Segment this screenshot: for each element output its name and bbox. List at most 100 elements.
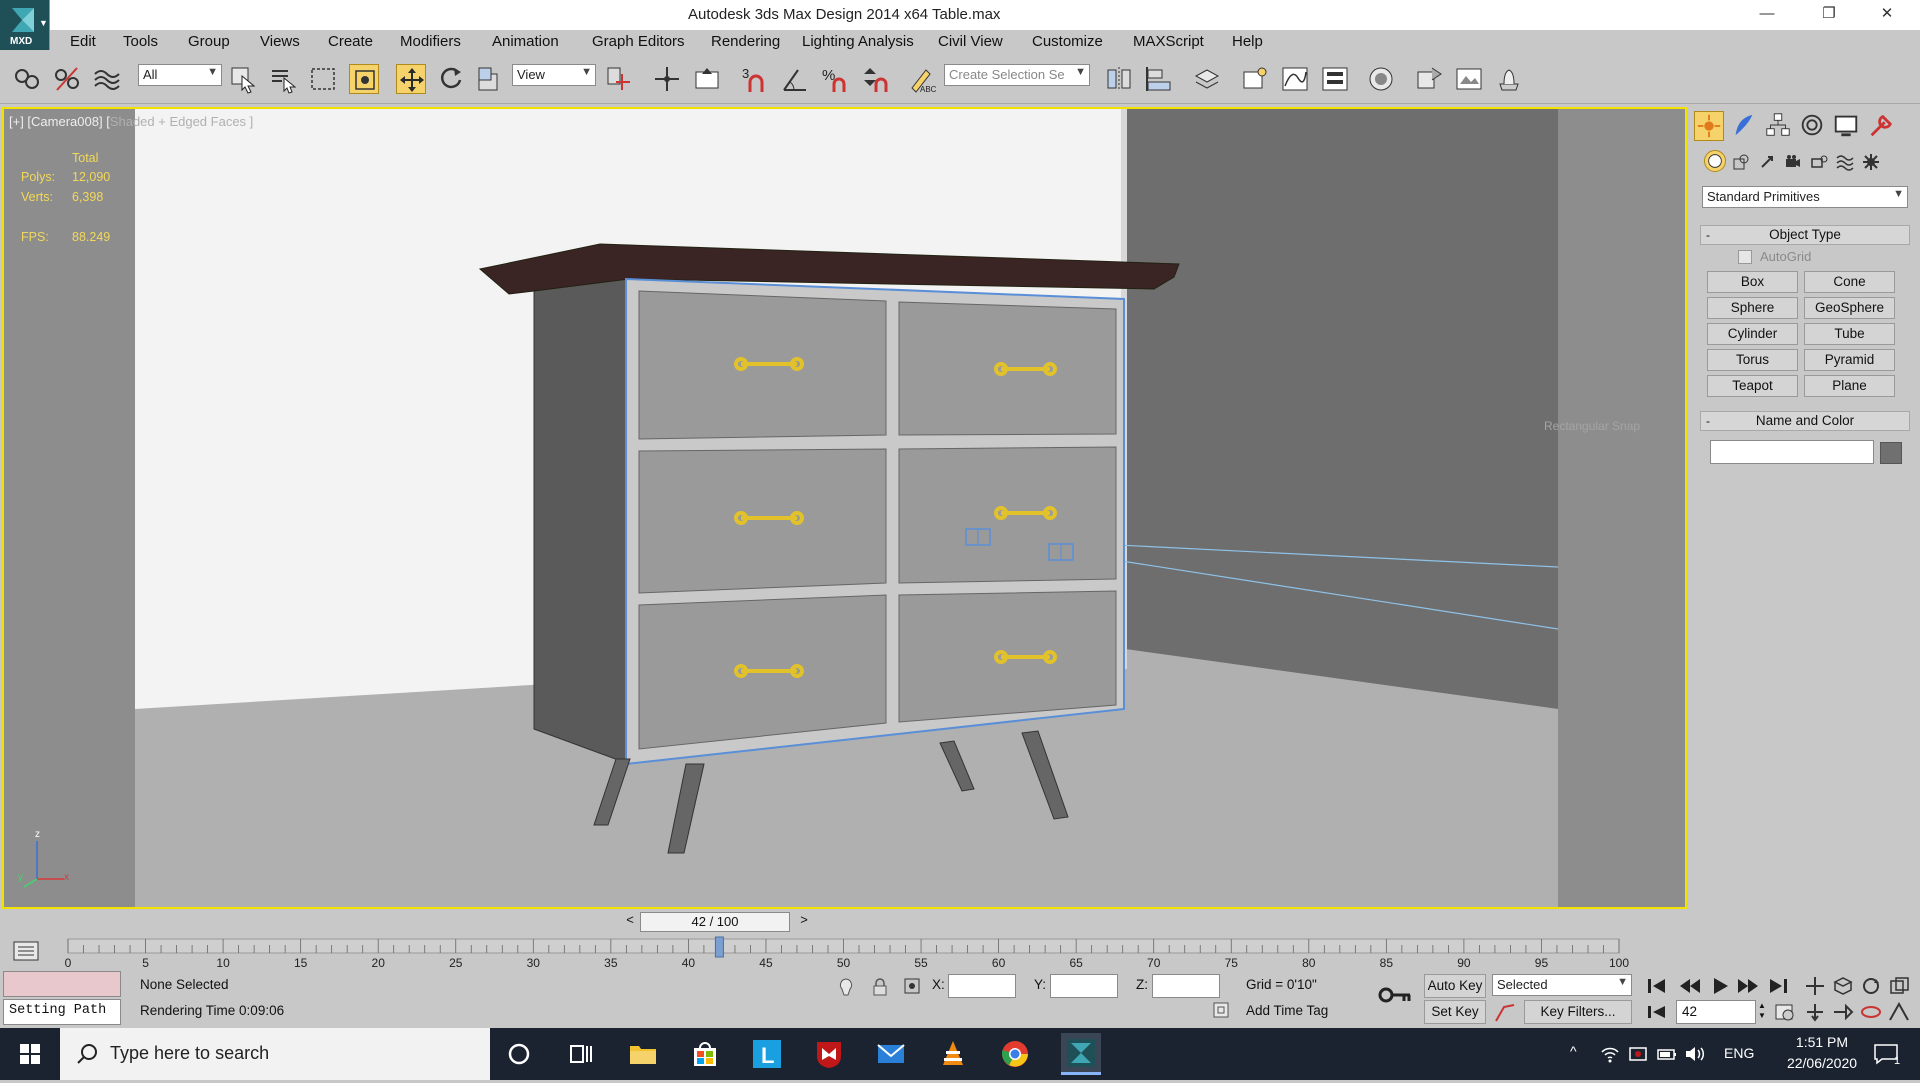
box-button[interactable]: Box — [1707, 271, 1798, 293]
systems-category-icon[interactable] — [1862, 153, 1880, 171]
menu-rendering[interactable]: Rendering — [711, 33, 780, 50]
isolate-selection-icon[interactable] — [836, 977, 856, 997]
network-wifi-icon[interactable] — [1600, 1044, 1620, 1064]
show-hidden-icons[interactable]: ^ — [1570, 1043, 1577, 1059]
field-of-view-icon[interactable] — [1888, 1001, 1910, 1022]
maxscript-listener-field[interactable] — [3, 971, 121, 997]
align-icon[interactable] — [1144, 64, 1174, 94]
menu-customize[interactable]: Customize — [1032, 33, 1103, 50]
play-animation-icon[interactable] — [1708, 976, 1732, 996]
named-selection-sets-field[interactable]: Create Selection Se ▼ — [944, 64, 1090, 86]
minimize-button[interactable]: — — [1744, 0, 1790, 30]
window-crossing-icon[interactable] — [349, 64, 379, 94]
select-object-icon[interactable] — [228, 64, 258, 94]
battery-icon[interactable] — [1656, 1044, 1678, 1064]
track-bar[interactable]: 0 5 10 15 20 25 30 35 40 45 50 55 60 65 70 75 80 85 90 95 10… — [0, 935, 1690, 971]
object-type-rollout-header[interactable]: - Object Type — [1700, 225, 1910, 245]
render-setup-icon[interactable] — [1414, 64, 1444, 94]
roll-camera-icon[interactable] — [1860, 1002, 1882, 1022]
menu-views[interactable]: Views — [260, 33, 300, 50]
go-to-start-icon[interactable] — [1645, 976, 1669, 996]
clock-time[interactable]: 1:51 PM — [1790, 1034, 1854, 1050]
zoom-icon[interactable] — [1804, 976, 1826, 996]
time-slider[interactable]: 42 / 100 — [640, 912, 790, 932]
select-and-rotate-icon[interactable] — [436, 64, 466, 94]
x-coord-field[interactable] — [948, 974, 1016, 998]
zoom-all-icon[interactable] — [1832, 976, 1854, 996]
reference-coordinate-dropdown[interactable]: View ▼ — [512, 64, 596, 86]
open-mini-curve-editor-icon[interactable] — [12, 939, 40, 963]
menu-graph-editors[interactable]: Graph Editors — [592, 33, 685, 50]
cylinder-button[interactable]: Cylinder — [1707, 323, 1798, 345]
taskbar-search-box[interactable]: Type here to search — [60, 1028, 490, 1080]
previous-key-icon[interactable] — [1678, 976, 1702, 996]
snaps-toggle-icon[interactable]: 3 — [740, 64, 770, 94]
geometry-category-icon[interactable] — [1704, 150, 1726, 172]
autogrid-checkbox[interactable] — [1738, 250, 1752, 264]
volume-icon[interactable] — [1684, 1044, 1706, 1064]
key-filters-button[interactable]: Key Filters... — [1524, 1000, 1632, 1024]
restore-button[interactable]: ❐ — [1806, 0, 1852, 30]
language-indicator[interactable]: ENG — [1724, 1045, 1754, 1061]
file-explorer-icon[interactable] — [627, 1038, 659, 1070]
edit-named-selection-icon[interactable]: ABC — [906, 64, 937, 94]
key-mode-toggle-icon[interactable] — [1645, 1002, 1669, 1022]
curve-editor-icon[interactable] — [1280, 64, 1310, 94]
primitive-category-dropdown[interactable]: Standard Primitives ▼ — [1702, 186, 1908, 208]
menu-maxscript[interactable]: MAXScript — [1133, 33, 1204, 50]
set-keys-icon[interactable] — [1376, 983, 1412, 1007]
menu-tools[interactable]: Tools — [123, 33, 158, 50]
cortana-icon[interactable] — [503, 1038, 535, 1070]
next-key-icon[interactable] — [1736, 976, 1760, 996]
orbit-icon[interactable] — [1860, 976, 1882, 996]
mail-icon[interactable] — [875, 1038, 907, 1070]
object-name-field[interactable] — [1710, 440, 1874, 464]
hierarchy-tab-icon[interactable] — [1764, 111, 1794, 141]
keyboard-shortcut-override-icon[interactable] — [692, 64, 722, 94]
menu-lighting-analysis[interactable]: Lighting Analysis — [802, 33, 914, 50]
plane-button[interactable]: Plane — [1804, 375, 1895, 397]
space-warps-category-icon[interactable] — [1836, 153, 1854, 171]
object-color-swatch[interactable] — [1880, 442, 1902, 464]
angle-snap-icon[interactable] — [780, 64, 810, 94]
schematic-view-icon[interactable] — [1320, 64, 1350, 94]
go-to-end-icon[interactable] — [1766, 976, 1790, 996]
add-time-tag-button[interactable]: Add Time Tag — [1246, 1003, 1328, 1018]
helpers-category-icon[interactable] — [1810, 153, 1828, 171]
display-tab-icon[interactable] — [1832, 111, 1862, 141]
auto-key-button[interactable]: Auto Key — [1424, 974, 1486, 998]
key-mode-dropdown[interactable]: Selected ▼ — [1492, 974, 1632, 996]
motion-tab-icon[interactable] — [1798, 111, 1828, 141]
mirror-icon[interactable] — [1104, 64, 1134, 94]
cameras-category-icon[interactable] — [1784, 153, 1802, 171]
viewport-label[interactable]: [+] [Camera008] [Shaded + Edged Faces ] — [9, 114, 253, 129]
menu-group[interactable]: Group — [188, 33, 230, 50]
name-and-color-rollout-header[interactable]: - Name and Color — [1700, 411, 1910, 431]
tube-button[interactable]: Tube — [1804, 323, 1895, 345]
rectangular-selection-icon[interactable] — [308, 64, 338, 94]
cone-button[interactable]: Cone — [1804, 271, 1895, 293]
pyramid-button[interactable]: Pyramid — [1804, 349, 1895, 371]
geosphere-button[interactable]: GeoSphere — [1804, 297, 1895, 319]
time-configuration-icon[interactable] — [1774, 1002, 1796, 1022]
start-button[interactable] — [0, 1028, 60, 1080]
menu-animation[interactable]: Animation — [492, 33, 559, 50]
select-by-name-icon[interactable] — [268, 64, 298, 94]
maximize-viewport-icon[interactable] — [1888, 976, 1910, 996]
close-button[interactable]: ✕ — [1864, 0, 1910, 30]
teapot-button[interactable]: Teapot — [1707, 375, 1798, 397]
current-frame-marker[interactable] — [714, 936, 724, 958]
create-tab-icon[interactable] — [1694, 111, 1724, 141]
camera-viewport[interactable]: [+] [Camera008] [Shaded + Edged Faces ] … — [2, 107, 1687, 909]
percent-snap-icon[interactable]: % — [820, 64, 850, 94]
unlink-selection-icon[interactable] — [52, 64, 82, 94]
app-menu-button[interactable]: MXD ▼ — [0, 0, 50, 50]
sphere-button[interactable]: Sphere — [1707, 297, 1798, 319]
shapes-category-icon[interactable] — [1732, 153, 1750, 171]
select-and-move-icon[interactable] — [396, 64, 426, 94]
select-and-scale-icon[interactable] — [475, 64, 505, 94]
menu-modifiers[interactable]: Modifiers — [400, 33, 461, 50]
z-coord-field[interactable] — [1152, 974, 1220, 998]
menu-help[interactable]: Help — [1232, 33, 1263, 50]
select-and-link-icon[interactable] — [12, 64, 42, 94]
